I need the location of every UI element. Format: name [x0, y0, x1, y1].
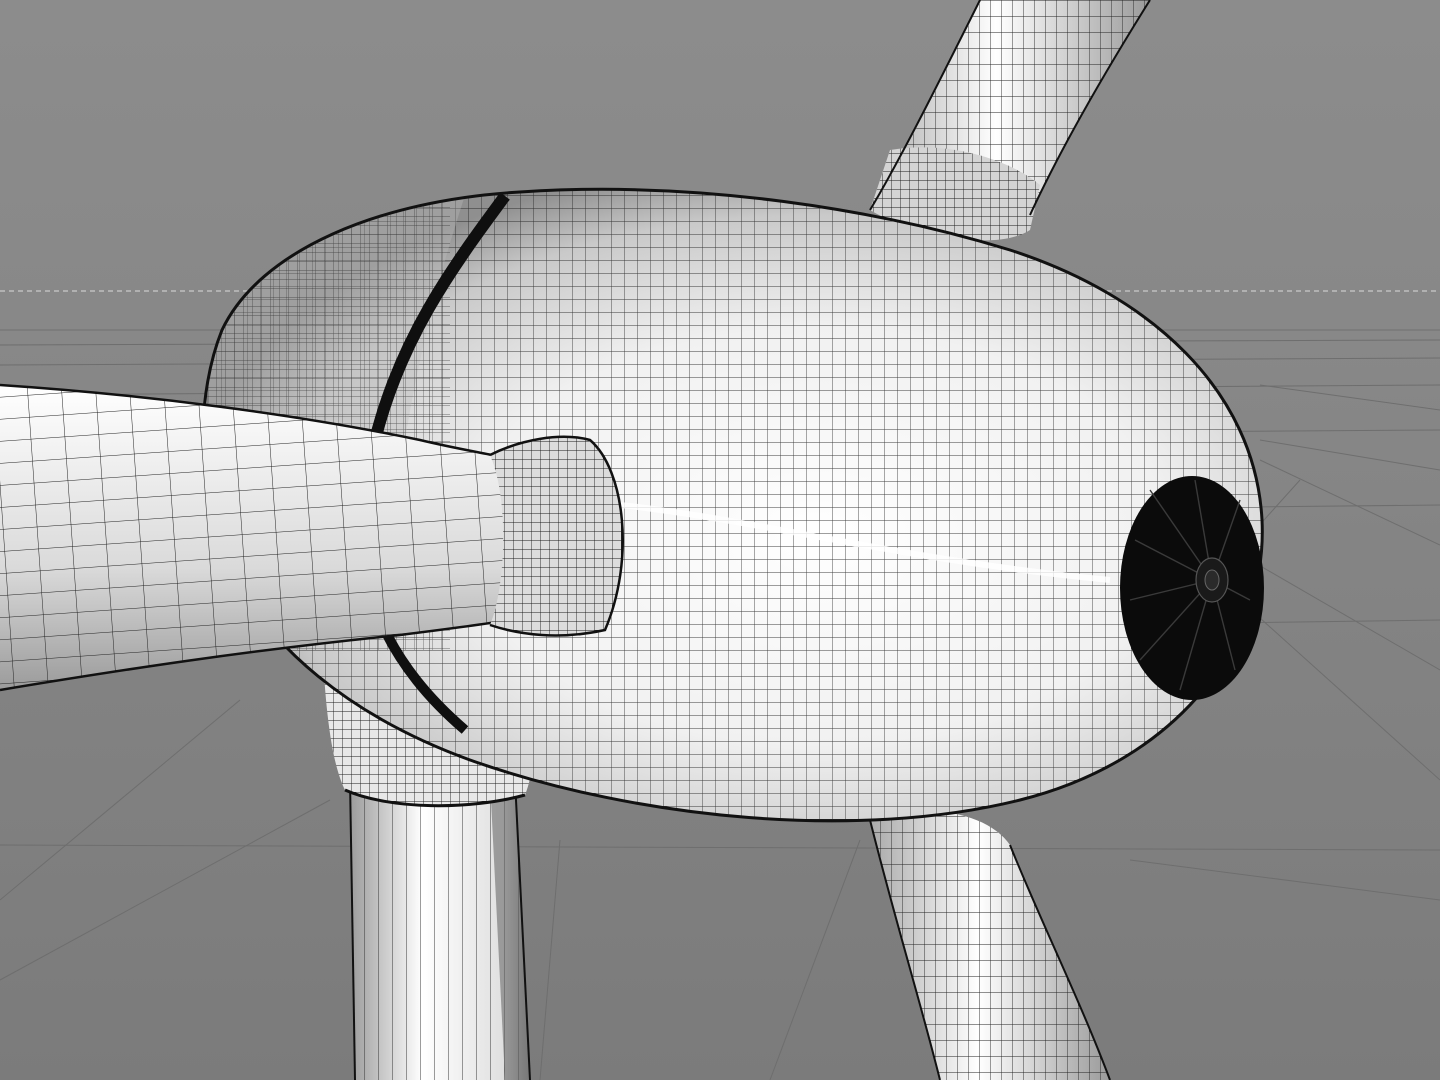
blade-left-root[interactable]	[489, 435, 625, 637]
viewport-scene[interactable]	[0, 0, 1440, 1080]
tower[interactable]	[349, 779, 531, 1080]
3d-viewport[interactable]	[0, 0, 1440, 1080]
spinner-nose[interactable]	[1120, 476, 1264, 700]
